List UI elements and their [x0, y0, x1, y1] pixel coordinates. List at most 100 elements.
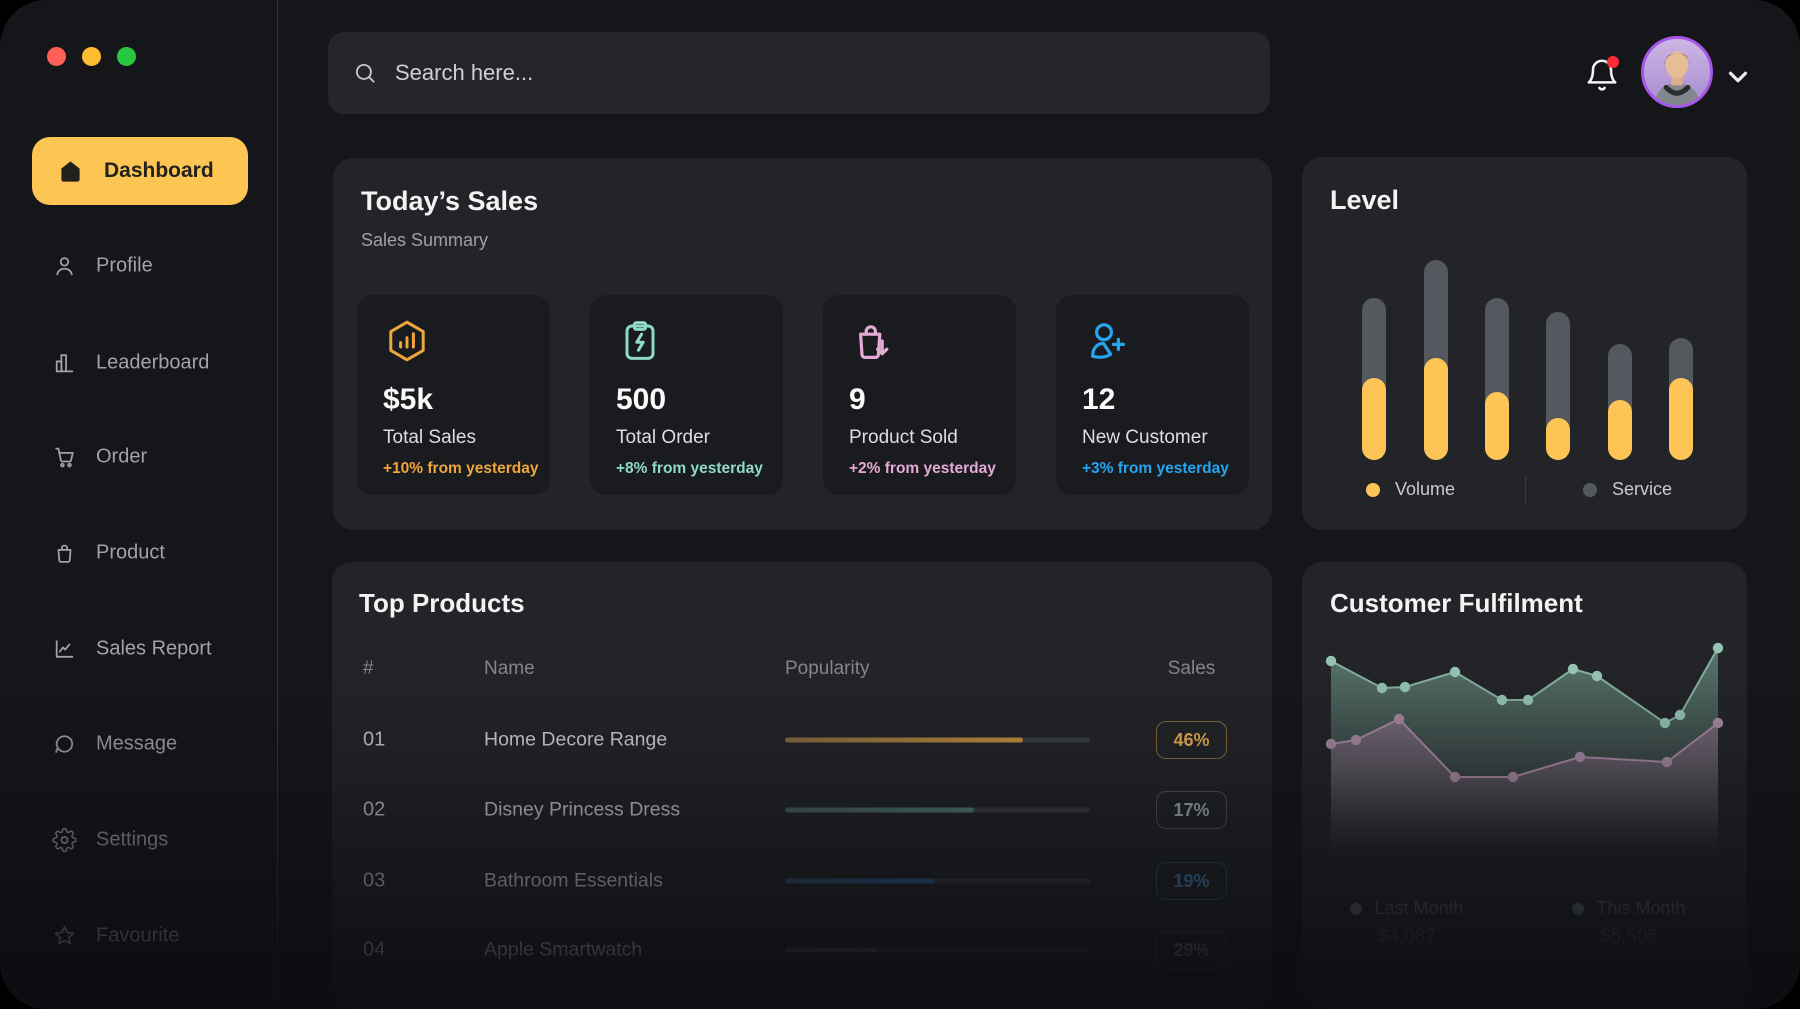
bar-chart-icon [52, 351, 77, 376]
table-row[interactable]: 01Home Decore Range46% [332, 712, 1272, 768]
stat-value: 9 [849, 383, 866, 417]
popularity-bar [785, 948, 1090, 953]
stat-delta: +3% from yesterday [1082, 460, 1229, 478]
row-name: Bathroom Essentials [484, 870, 663, 893]
sidebar-item-label: Leaderboard [96, 352, 209, 375]
level-bar-volume [1485, 392, 1509, 460]
level-bar-volume [1424, 358, 1448, 460]
column-sales: Sales [1156, 658, 1227, 680]
zoom-window-button[interactable] [117, 47, 136, 66]
data-point [1568, 664, 1578, 674]
table-row[interactable]: 02 Disney Princess Dress 17% [332, 782, 1272, 838]
table-row[interactable]: 04 Apple Smartwatch 29% [332, 922, 1272, 978]
data-point [1713, 643, 1723, 653]
star-icon [52, 924, 77, 949]
sidebar-item-sales-report[interactable]: Sales Report [52, 637, 212, 662]
stat-delta: +10% from yesterday [383, 460, 539, 478]
stat-tile-total-sales[interactable]: $5k Total Sales +10% from yesterday [357, 295, 550, 495]
stat-value: 12 [1082, 383, 1115, 417]
data-point [1394, 714, 1404, 724]
stat-tile-total-order[interactable]: 500Total Order+8% from yesterday [590, 295, 783, 495]
stat-label: Total Order [616, 427, 710, 449]
todays-sales-subtitle: Sales Summary [361, 230, 488, 251]
service-dot-icon [1583, 483, 1597, 497]
hex-bars-icon [383, 317, 431, 365]
data-point [1523, 695, 1533, 705]
sales-badge: 17% [1156, 791, 1227, 829]
sidebar-item-label: Product [96, 542, 165, 565]
stat-tile-new-customer[interactable]: 12 New Customer +3% from yesterday [1056, 295, 1249, 495]
sidebar-item-message[interactable]: Message [52, 732, 177, 757]
dashboard-window: Dashboard Profile Leaderboard Order Product S… [0, 0, 1800, 1009]
table-row[interactable]: 03Bathroom Essentials19% [332, 853, 1272, 909]
legend-label: This Month [1596, 898, 1685, 919]
stat-label: New Customer [1082, 427, 1208, 449]
sidebar-item-leaderboard[interactable]: Leaderboard [52, 351, 209, 376]
popularity-bar [785, 738, 1090, 743]
level-bar-volume [1362, 378, 1386, 460]
top-products-card: Top Products # Name Popularity Sales 01H… [332, 562, 1272, 1009]
sales-badge: 29% [1156, 931, 1227, 969]
sidebar-item-settings[interactable]: Settings [52, 828, 168, 853]
sidebar-item-dashboard[interactable]: Dashboard [32, 137, 248, 205]
row-rank: 01 [363, 729, 385, 752]
row-rank: 04 [363, 939, 385, 962]
stat-delta: +8% from yesterday [616, 460, 763, 478]
legend-item-service: Service [1583, 479, 1672, 500]
row-rank: 02 [363, 799, 385, 822]
chat-icon [52, 732, 77, 757]
sidebar-item-label: Settings [96, 829, 168, 852]
account-menu-button[interactable] [1723, 62, 1753, 92]
user-avatar[interactable] [1641, 36, 1713, 108]
line-chart-icon [52, 637, 77, 662]
avatar-image [1644, 39, 1710, 105]
level-title: Level [1330, 185, 1399, 216]
legend-value: $5,506 [1600, 926, 1658, 948]
top-products-title: Top Products [359, 588, 525, 619]
sidebar-item-favourite[interactable]: Favourite [52, 924, 179, 949]
search-input[interactable] [393, 59, 1246, 87]
data-point [1508, 772, 1518, 782]
stat-value: $5k [383, 383, 433, 417]
customer-fulfilment-title: Customer Fulfilment [1330, 588, 1583, 619]
sidebar-item-label: Order [96, 446, 147, 469]
column-name: Name [484, 658, 535, 680]
data-point [1326, 656, 1336, 666]
minimize-window-button[interactable] [82, 47, 101, 66]
search-bar [328, 32, 1270, 114]
sidebar-item-order[interactable]: Order [52, 445, 147, 470]
stat-tile-product-sold[interactable]: 9Product Sold+2% from yesterday [823, 295, 1016, 495]
close-window-button[interactable] [47, 47, 66, 66]
popularity-bar [785, 879, 1090, 884]
data-point [1575, 752, 1585, 762]
sidebar-item-label: Message [96, 733, 177, 756]
row-rank: 03 [363, 870, 385, 893]
cart-icon [52, 445, 77, 470]
popularity-bar [785, 808, 1090, 813]
data-point [1660, 718, 1670, 728]
stat-label: Total Sales [383, 427, 476, 449]
sidebar-item-product[interactable]: Product [52, 541, 165, 566]
volume-dot-icon [1366, 483, 1380, 497]
data-point [1377, 683, 1387, 693]
data-point [1497, 695, 1507, 705]
notification-bell-button[interactable] [1584, 57, 1620, 95]
row-name: Disney Princess Dress [484, 799, 680, 822]
sidebar-item-profile[interactable]: Profile [52, 254, 153, 279]
data-point [1662, 757, 1672, 767]
home-icon [58, 159, 83, 184]
bag-icon [52, 541, 77, 566]
data-point [1713, 718, 1723, 728]
gear-icon [52, 828, 77, 853]
sidebar-item-label: Favourite [96, 925, 179, 948]
column-rank: # [363, 658, 374, 680]
user-plus-icon [1082, 317, 1130, 365]
row-name: Apple Smartwatch [484, 939, 642, 962]
stat-label: Product Sold [849, 427, 958, 449]
fulfilment-area-chart [1327, 642, 1722, 852]
this-month-dot-icon [1572, 903, 1584, 915]
sidebar-divider [277, 0, 278, 1009]
level-legend: Volume Service [1302, 479, 1747, 505]
clipboard-bolt-icon [616, 317, 664, 365]
chevron-down-icon [1723, 62, 1753, 92]
